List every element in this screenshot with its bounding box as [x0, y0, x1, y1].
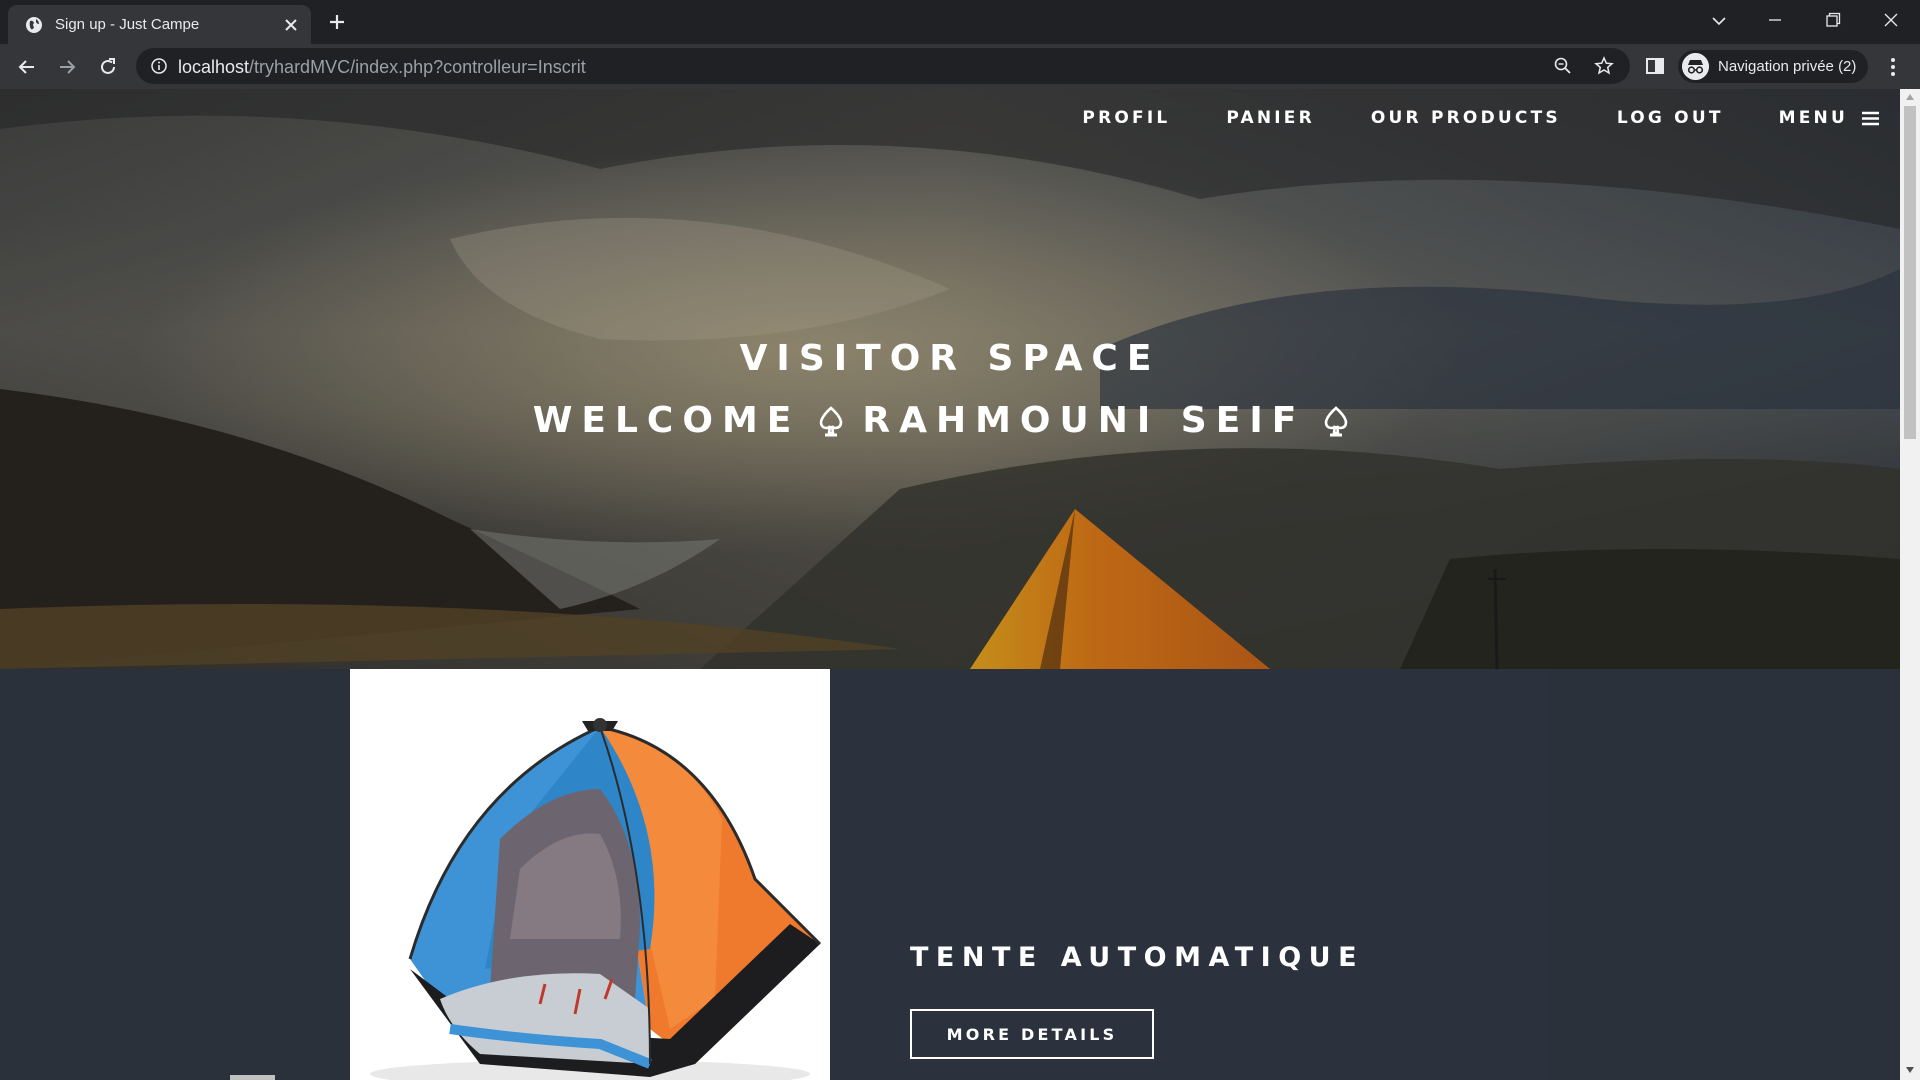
minimize-icon[interactable]: [1763, 8, 1787, 32]
chevron-down-icon[interactable]: [1709, 11, 1729, 31]
plus-icon[interactable]: [326, 11, 348, 33]
welcome-text: WELCOME: [532, 400, 801, 441]
browser-tab[interactable]: Sign up - Just Campe: [8, 5, 311, 44]
back-icon[interactable]: [15, 55, 39, 79]
scrollbar-thumb[interactable]: [1904, 106, 1916, 439]
forward-icon[interactable]: [55, 55, 79, 79]
spade-icon: [820, 406, 843, 437]
user-name: RAHMOUNI SEIF: [862, 400, 1306, 441]
horizontal-scrollbar-thumb[interactable]: [230, 1075, 275, 1080]
close-window-icon[interactable]: [1879, 8, 1903, 32]
hero-welcome-line: WELCOME RAHMOUNI SEIF: [0, 400, 1900, 441]
zoom-icon[interactable]: [1553, 56, 1573, 76]
vertical-scrollbar[interactable]: [1900, 89, 1920, 1080]
spade-icon-right: [1321, 405, 1351, 439]
page-viewport: PROFIL PANIER OUR PRODUCTS LOG OUT MENU …: [0, 89, 1920, 1080]
tab-title: Sign up - Just Campe: [55, 16, 200, 33]
restore-icon[interactable]: [1821, 8, 1845, 32]
nav-link-profil[interactable]: PROFIL: [1082, 108, 1170, 128]
scroll-down-arrow-icon[interactable]: [1905, 1066, 1915, 1074]
browser-tab-bar: Sign up - Just Campe: [0, 0, 1920, 44]
address-bar[interactable]: localhost/tryhardMVC/index.php?controlle…: [136, 48, 1630, 84]
nav-link-log-out[interactable]: LOG OUT: [1617, 108, 1724, 128]
incognito-profile-button[interactable]: Navigation privée (2): [1678, 50, 1868, 83]
url-text[interactable]: localhost/tryhardMVC/index.php?controlle…: [178, 57, 586, 78]
more-details-button[interactable]: MORE DETAILS: [910, 1009, 1154, 1059]
nav-link-our-products[interactable]: OUR PRODUCTS: [1371, 108, 1561, 128]
nav-link-panier[interactable]: PANIER: [1226, 108, 1315, 128]
main-navigation: PROFIL PANIER OUR PRODUCTS LOG OUT MENU: [1026, 108, 1879, 128]
spade-icon: [1325, 406, 1348, 437]
product-title: TENTE AUTOMATIQUE: [910, 942, 1365, 973]
profile-label: Navigation privée (2): [1718, 58, 1857, 75]
close-icon[interactable]: [282, 16, 300, 34]
hero-background-image: [0, 89, 1900, 669]
hero-section: PROFIL PANIER OUR PRODUCTS LOG OUT MENU …: [0, 89, 1900, 669]
menu-button[interactable]: MENU: [1779, 108, 1879, 128]
hero-title: VISITOR SPACE: [739, 338, 1161, 379]
incognito-icon: [1682, 53, 1709, 80]
browser-toolbar: localhost/tryhardMVC/index.php?controlle…: [0, 44, 1920, 89]
product-image-tent: [350, 669, 830, 1080]
product-section: TENTE AUTOMATIQUE MORE DETAILS: [0, 669, 1900, 1080]
info-icon[interactable]: [150, 57, 168, 75]
hamburger-icon: [1862, 111, 1879, 125]
tent-illustration: [370, 718, 822, 1080]
url-host: localhost: [178, 57, 250, 77]
star-icon[interactable]: [1594, 56, 1614, 76]
spade-icon-left: [816, 405, 846, 439]
url-path: /tryhardMVC/index.php?controlleur=Inscri…: [249, 57, 586, 77]
side-panel-icon[interactable]: [1644, 55, 1666, 77]
reload-icon[interactable]: [96, 55, 120, 79]
globe-icon: [26, 17, 42, 33]
menu-label: MENU: [1778, 108, 1848, 128]
kebab-menu-icon[interactable]: [1883, 55, 1903, 79]
scroll-up-arrow-icon[interactable]: [1905, 93, 1915, 101]
